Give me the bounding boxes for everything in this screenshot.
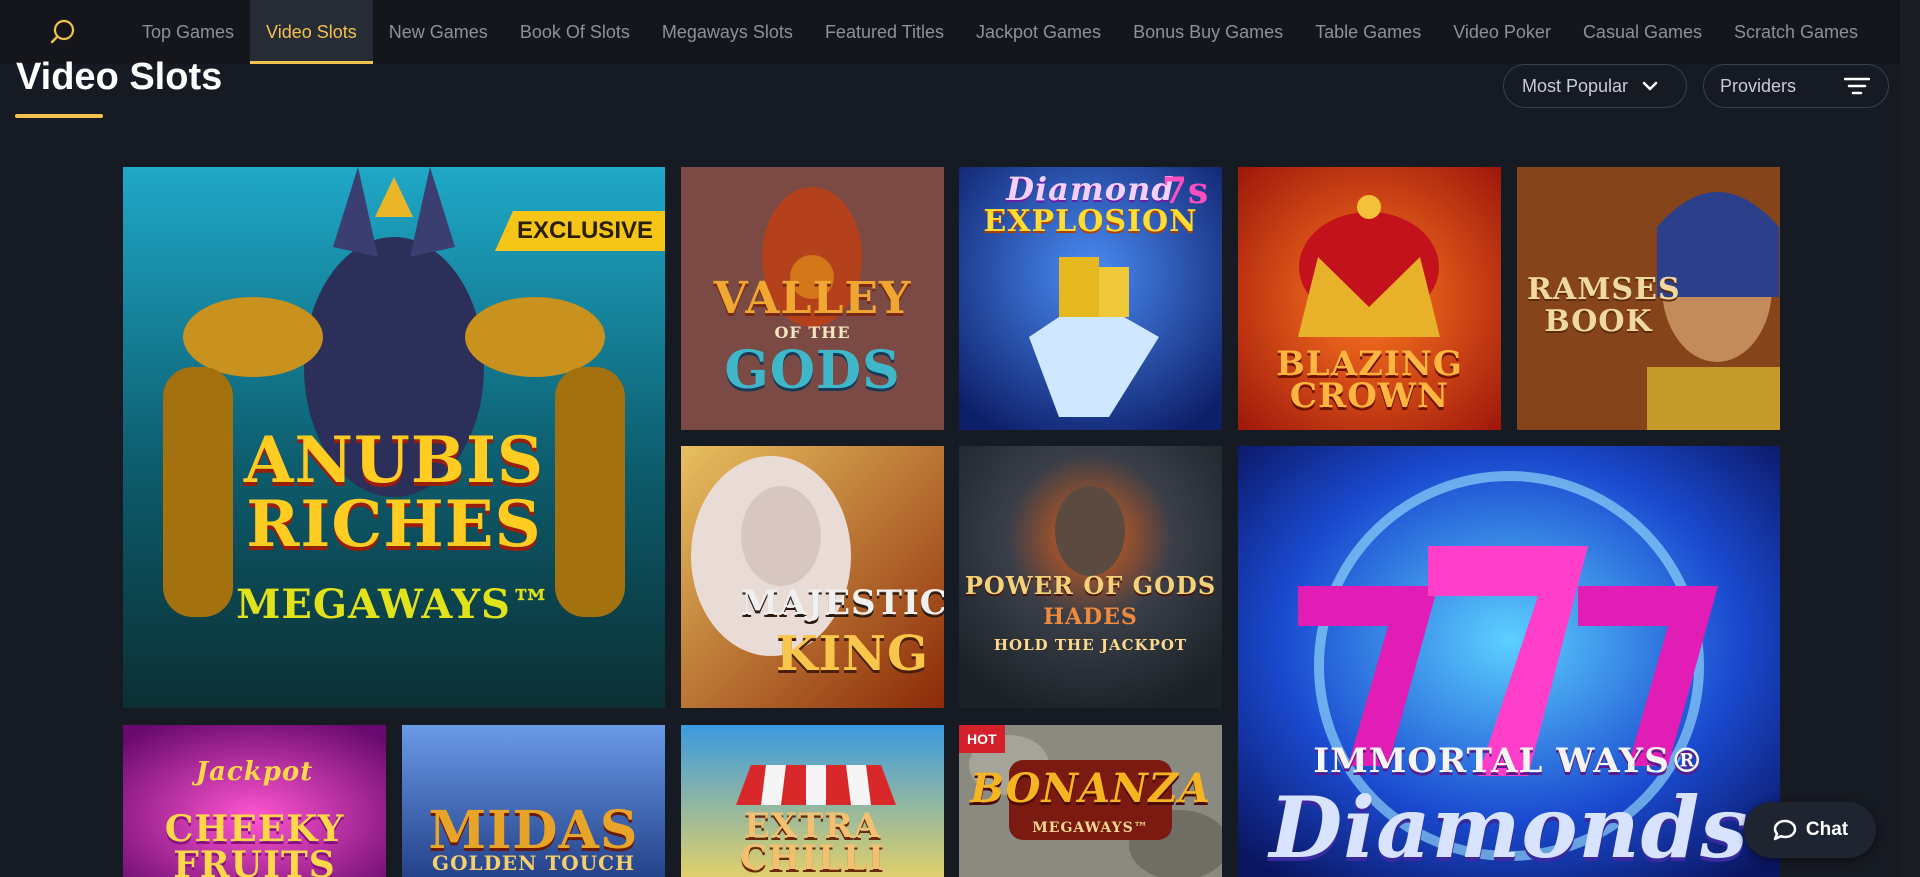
tab-video-poker[interactable]: Video Poker — [1437, 0, 1567, 64]
diamond-title-3: 7s — [1161, 170, 1210, 212]
search-button[interactable] — [0, 0, 126, 64]
cheeky-title-2: CHEEKY — [164, 808, 345, 850]
anubis-title-3: MEGAWAYS™ — [236, 581, 552, 628]
providers-filter-button[interactable]: Providers — [1703, 64, 1889, 108]
game-tile-valley-of-the-gods[interactable]: VALLEY OF THE GODS — [681, 167, 944, 430]
page-title: Video Slots — [16, 56, 223, 98]
game-tile-ramses-book[interactable]: RAMSES BOOK — [1517, 167, 1780, 430]
title-underline — [15, 114, 103, 118]
chat-bubble-icon — [1773, 819, 1797, 841]
exclusive-badge: EXCLUSIVE — [494, 211, 665, 251]
tab-scratch-games[interactable]: Scratch Games — [1718, 0, 1874, 64]
tab-book-of-slots[interactable]: Book Of Slots — [504, 0, 646, 64]
tab-video-slots[interactable]: Video Slots — [250, 0, 373, 64]
anubis-title-2: RICHES — [246, 487, 542, 562]
power-title-3: HOLD THE JACKPOT — [993, 636, 1188, 654]
cheeky-title-3: FRUITS — [173, 844, 336, 877]
page-scrollbar[interactable] — [1900, 0, 1920, 877]
game-tile-immortal-ways-diamonds[interactable]: IMMORTAL WAYS® Diamonds — [1238, 446, 1780, 877]
anubis-title-1: ANUBIS — [243, 423, 545, 498]
tab-jackpot-games[interactable]: Jackpot Games — [960, 0, 1117, 64]
game-tile-majestic-king[interactable]: MAJESTIC KING — [681, 446, 944, 708]
chat-button[interactable]: Chat — [1744, 802, 1876, 858]
power-title-1: POWER OF GODS — [964, 571, 1217, 600]
top-navigation: Top Games Video Slots New Games Book Of … — [0, 0, 1900, 64]
midas-title-1: MIDAS — [428, 800, 639, 861]
category-tabs: Top Games Video Slots New Games Book Of … — [126, 0, 1874, 64]
extra-title-2: CHILLI — [740, 838, 885, 877]
game-tile-cheeky-fruits[interactable]: Jackpot CHEEKY FRUITS — [123, 725, 386, 877]
cheeky-title-1: Jackpot — [195, 757, 314, 787]
ramses-title-1: RAMSES — [1527, 272, 1681, 307]
midas-title-2: GOLDEN TOUCH — [432, 851, 635, 875]
valley-title-1: VALLEY — [713, 273, 912, 324]
game-tile-bonanza-megaways[interactable]: BONANZA MEGAWAYS™ HOT — [959, 725, 1222, 877]
tab-new-games[interactable]: New Games — [373, 0, 504, 64]
search-icon — [50, 19, 75, 44]
majestic-title-2: KING — [775, 626, 930, 682]
tab-top-games[interactable]: Top Games — [126, 0, 250, 64]
game-tile-diamond-explosion-7s[interactable]: Diamond EXPLOSION 7s — [959, 167, 1222, 430]
bonanza-title-2: MEGAWAYS™ — [1032, 820, 1149, 836]
filter-icon — [1844, 77, 1870, 95]
ramses-title-2: BOOK — [1544, 304, 1653, 339]
tab-table-games[interactable]: Table Games — [1299, 0, 1437, 64]
game-tile-blazing-crown[interactable]: BLAZING CROWN — [1238, 167, 1501, 430]
game-tile-power-of-gods-hades[interactable]: POWER OF GODS HADES HOLD THE JACKPOT — [959, 446, 1222, 708]
hot-badge: HOT — [959, 725, 1005, 753]
game-tile-extra-chilli[interactable]: EXTRA CHILLI — [681, 725, 944, 877]
bonanza-title-1: BONANZA — [970, 765, 1211, 812]
immortal-title-1: IMMORTAL WAYS® — [1313, 741, 1705, 781]
valley-title-3: GODS — [724, 340, 901, 401]
immortal-title-2: Diamonds — [1269, 778, 1749, 877]
tab-casual-games[interactable]: Casual Games — [1567, 0, 1718, 64]
game-tile-midas-golden-touch[interactable]: MIDAS GOLDEN TOUCH — [402, 725, 665, 877]
sort-dropdown[interactable]: Most Popular — [1503, 64, 1687, 108]
tab-bonus-buy-games[interactable]: Bonus Buy Games — [1117, 0, 1299, 64]
tab-featured-titles[interactable]: Featured Titles — [809, 0, 960, 64]
chat-label: Chat — [1805, 819, 1849, 840]
sort-label: Most Popular — [1522, 75, 1629, 96]
tab-megaways-slots[interactable]: Megaways Slots — [646, 0, 809, 64]
game-tile-anubis-riches[interactable]: ANUBIS RICHES MEGAWAYS™ EXCLUSIVE — [123, 167, 665, 708]
providers-label: Providers — [1720, 75, 1797, 96]
majestic-title-1: MAJESTIC — [741, 583, 944, 623]
valley-title-2: OF THE — [774, 323, 851, 342]
chevron-down-icon — [1642, 81, 1658, 91]
power-title-2: HADES — [1043, 604, 1138, 630]
blazing-title-2: CROWN — [1289, 376, 1450, 416]
